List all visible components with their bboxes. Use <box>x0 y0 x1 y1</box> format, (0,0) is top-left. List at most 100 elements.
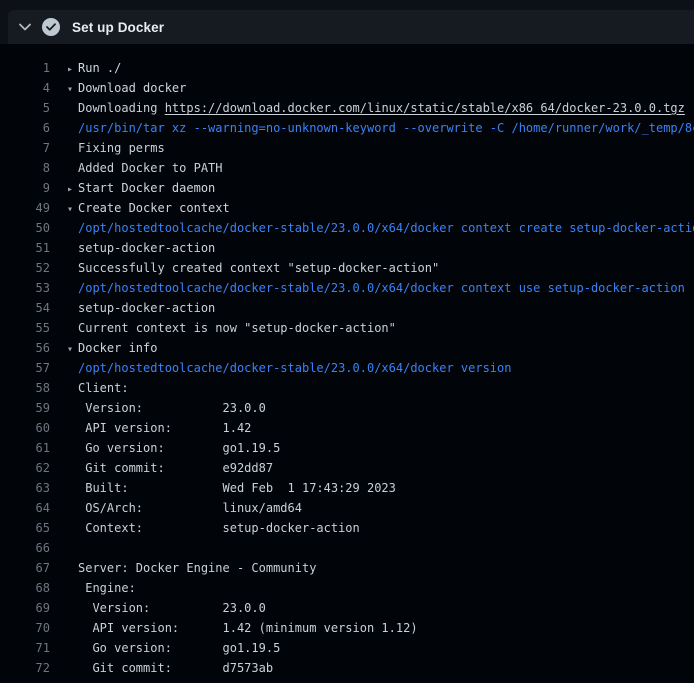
log-line: 55 Current context is now "setup-docker-… <box>0 318 694 338</box>
command-text: /opt/hostedtoolcache/docker-stable/23.0.… <box>50 358 694 378</box>
line-content: OS/Arch: linux/amd64 <box>50 498 694 518</box>
line-content: Version: 23.0.0 <box>50 398 694 418</box>
line-content: Go version: go1.19.5 <box>50 638 694 658</box>
line-number[interactable]: 61 <box>0 438 50 458</box>
line-content: Engine: <box>50 578 694 598</box>
line-content: Built: Wed Feb 1 17:43:29 2023 <box>50 478 694 498</box>
log-line: 7 Fixing perms <box>0 138 694 158</box>
line-number[interactable]: 70 <box>0 618 50 638</box>
line-number[interactable]: 60 <box>0 418 50 438</box>
group-title[interactable]: Download docker <box>78 81 186 95</box>
line-content: API version: 1.42 <box>50 418 694 438</box>
log-line: 58 Client: <box>0 378 694 398</box>
log-line: 66 <box>0 538 694 558</box>
triangle-down-icon[interactable]: ▾ <box>67 200 78 218</box>
line-content: Client: <box>50 378 694 398</box>
line-content: Server: Docker Engine - Community <box>50 558 694 578</box>
line-number[interactable]: 62 <box>0 458 50 478</box>
step-header[interactable]: Set up Docker <box>8 10 694 44</box>
line-content: Version: 23.0.0 <box>50 598 694 618</box>
log-line: 1 ▸Run ./ <box>0 58 694 78</box>
line-number[interactable]: 71 <box>0 638 50 658</box>
group-title[interactable]: Docker info <box>78 341 157 355</box>
line-content: Added Docker to PATH <box>50 158 694 178</box>
group-title[interactable]: Start Docker daemon <box>78 181 215 195</box>
log-line: 68 Engine: <box>0 578 694 598</box>
log-line: 53 /opt/hostedtoolcache/docker-stable/23… <box>0 278 694 298</box>
line-number[interactable]: 59 <box>0 398 50 418</box>
line-number[interactable]: 72 <box>0 658 50 678</box>
line-content: ▾Docker info <box>50 338 694 358</box>
line-number[interactable]: 9 <box>0 178 50 198</box>
line-number[interactable]: 49 <box>0 198 50 218</box>
line-number[interactable]: 66 <box>0 538 50 558</box>
line-number[interactable]: 58 <box>0 378 50 398</box>
line-number[interactable]: 68 <box>0 578 50 598</box>
log-text: Downloading <box>78 101 165 115</box>
log-line: 52 Successfully created context "setup-d… <box>0 258 694 278</box>
log-area: 1 ▸Run ./ 4 ▾Download docker 5 Downloadi… <box>0 44 694 683</box>
line-number[interactable]: 55 <box>0 318 50 338</box>
line-content: API version: 1.42 (minimum version 1.12) <box>50 618 694 638</box>
line-number[interactable]: 57 <box>0 358 50 378</box>
log-line: 60 API version: 1.42 <box>0 418 694 438</box>
log-line: 57 /opt/hostedtoolcache/docker-stable/23… <box>0 358 694 378</box>
log-line: 61 Go version: go1.19.5 <box>0 438 694 458</box>
triangle-down-icon[interactable]: ▾ <box>67 80 78 98</box>
line-number[interactable]: 1 <box>0 58 50 78</box>
line-content: ▸Start Docker daemon <box>50 178 694 198</box>
line-content: setup-docker-action <box>50 238 694 258</box>
line-content: Context: setup-docker-action <box>50 518 694 538</box>
line-number[interactable]: 51 <box>0 238 50 258</box>
line-content: Successfully created context "setup-dock… <box>50 258 694 278</box>
log-line: 56 ▾Docker info <box>0 338 694 358</box>
line-content: Downloading https://download.docker.com/… <box>50 98 694 118</box>
log-line: 51 setup-docker-action <box>0 238 694 258</box>
line-number[interactable]: 63 <box>0 478 50 498</box>
line-number[interactable]: 5 <box>0 98 50 118</box>
line-number[interactable]: 6 <box>0 118 50 138</box>
line-number[interactable]: 52 <box>0 258 50 278</box>
line-number[interactable]: 4 <box>0 78 50 98</box>
log-line: 64 OS/Arch: linux/amd64 <box>0 498 694 518</box>
line-number[interactable]: 54 <box>0 298 50 318</box>
line-content: Current context is now "setup-docker-act… <box>50 318 694 338</box>
log-line: 50 /opt/hostedtoolcache/docker-stable/23… <box>0 218 694 238</box>
line-content: ▾Download docker <box>50 78 694 98</box>
log-line: 62 Git commit: e92dd87 <box>0 458 694 478</box>
triangle-down-icon[interactable]: ▾ <box>67 340 78 358</box>
line-number[interactable]: 69 <box>0 598 50 618</box>
line-number[interactable]: 67 <box>0 558 50 578</box>
log-line: 72 Git commit: d7573ab <box>0 658 694 678</box>
check-circle-icon <box>42 18 60 36</box>
line-content: setup-docker-action <box>50 298 694 318</box>
line-number[interactable]: 50 <box>0 218 50 238</box>
line-number[interactable]: 64 <box>0 498 50 518</box>
triangle-right-icon[interactable]: ▸ <box>67 180 78 198</box>
chevron-down-icon[interactable] <box>8 23 42 31</box>
line-content <box>50 538 694 558</box>
line-number[interactable]: 65 <box>0 518 50 538</box>
log-line: 71 Go version: go1.19.5 <box>0 638 694 658</box>
log-line: 49 ▾Create Docker context <box>0 198 694 218</box>
log-url-link[interactable]: https://download.docker.com/linux/static… <box>165 101 685 115</box>
log-line: 54 setup-docker-action <box>0 298 694 318</box>
line-content: Git commit: e92dd87 <box>50 458 694 478</box>
line-number[interactable]: 7 <box>0 138 50 158</box>
line-content: ▾Create Docker context <box>50 198 694 218</box>
command-text: /usr/bin/tar xz --warning=no-unknown-key… <box>50 118 694 138</box>
line-content: Git commit: d7573ab <box>50 658 694 678</box>
log-line: 5 Downloading https://download.docker.co… <box>0 98 694 118</box>
triangle-right-icon[interactable]: ▸ <box>67 60 78 78</box>
log-line: 69 Version: 23.0.0 <box>0 598 694 618</box>
group-title[interactable]: Create Docker context <box>78 201 230 215</box>
group-title[interactable]: Run ./ <box>78 61 121 75</box>
command-text: /opt/hostedtoolcache/docker-stable/23.0.… <box>50 218 694 238</box>
line-number[interactable]: 8 <box>0 158 50 178</box>
line-number[interactable]: 56 <box>0 338 50 358</box>
log-line: 65 Context: setup-docker-action <box>0 518 694 538</box>
log-line: 70 API version: 1.42 (minimum version 1.… <box>0 618 694 638</box>
line-number[interactable]: 53 <box>0 278 50 298</box>
log-line: 8 Added Docker to PATH <box>0 158 694 178</box>
step-title: Set up Docker <box>72 20 164 35</box>
